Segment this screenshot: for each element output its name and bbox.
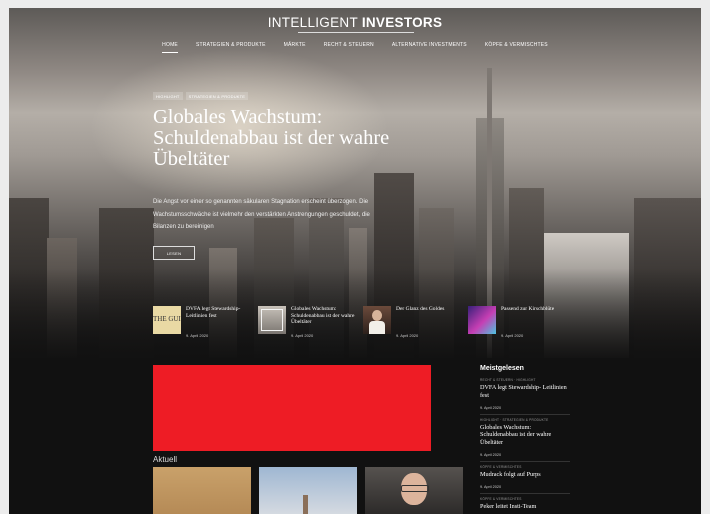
teaser-thumbnail[interactable]	[258, 306, 286, 334]
teaser-strip: THE GUI DVFA legt Stewardship-Leitlinien…	[153, 306, 573, 338]
teaser-thumbnail[interactable]	[363, 306, 391, 334]
sidebar-item[interactable]: KÖPFE & VERMISCHTES Peker leitet Insti-T…	[480, 497, 570, 511]
sidebar-item-title[interactable]: Peker leitet Insti-Team	[480, 503, 570, 511]
sidebar-title: Meistgelesen	[480, 365, 524, 372]
article-card-image[interactable]	[153, 467, 251, 514]
teaser-date: 9. April 2020	[186, 333, 209, 338]
sidebar-item-tags[interactable]: KÖPFE & VERMISCHTES	[480, 497, 570, 501]
sidebar-most-read: Meistgelesen RECHT & STEUERN · HIGHLIGHT…	[480, 365, 570, 514]
sidebar-item-title[interactable]: Mudrack folgt auf Purps	[480, 471, 570, 479]
teaser-item[interactable]: THE GUI DVFA legt Stewardship-Leitlinien…	[153, 306, 257, 338]
sidebar-item[interactable]: HIGHLIGHT · STRATEGIEN & PRODUKTE Global…	[480, 418, 570, 462]
teaser-thumbnail[interactable]	[468, 306, 496, 334]
sidebar-item[interactable]: RECHT & STEUERN · HIGHLIGHT DVFA legt St…	[480, 378, 570, 415]
teaser-date: 9. April 2020	[396, 333, 419, 338]
logo-text-bold: INVESTORS	[361, 15, 443, 30]
teaser-title[interactable]: Passend zur Kirschblüte	[501, 306, 554, 313]
read-more-button[interactable]: LESEN	[153, 246, 195, 260]
tag-highlight[interactable]: HIGHLIGHT	[153, 92, 183, 100]
site-logo[interactable]: INTELLIGENT INVESTORS	[9, 15, 701, 30]
article-card-image[interactable]	[259, 467, 357, 514]
article-card-image[interactable]	[365, 467, 463, 514]
teaser-title[interactable]: Globales Wachstum: Schuldenabbau ist der…	[291, 306, 362, 326]
sidebar-item-title[interactable]: DVFA legt Stewardship- Leitlinien fest	[480, 384, 570, 400]
nav-item-alternative-investments[interactable]: ALTERNATIVE INVESTMENTS	[383, 42, 476, 48]
sidebar-item-date: 9. April 2020	[480, 453, 570, 462]
teaser-title[interactable]: DVFA legt Stewardship-Leitlinien fest	[186, 306, 257, 319]
sidebar-item-title[interactable]: Globales Wachstum: Schuldenabbau ist der…	[480, 424, 570, 447]
thumbnail-caption: THE GUI	[153, 315, 181, 323]
nav-item-maerkte[interactable]: MÄRKTE	[275, 42, 315, 48]
nav-item-strategien-produkte[interactable]: STRATEGIEN & PRODUKTE	[187, 42, 275, 48]
sidebar-item[interactable]: KÖPFE & VERMISCHTES Mudrack folgt auf Pu…	[480, 465, 570, 494]
sidebar-item-date: 9. April 2020	[480, 485, 570, 494]
teaser-item[interactable]: Der Glanz des Goldes 9. April 2020	[363, 306, 467, 338]
browser-page: INTELLIGENT INVESTORS HOME STRATEGIEN & …	[9, 8, 701, 514]
teaser-item[interactable]: Globales Wachstum: Schuldenabbau ist der…	[258, 306, 362, 338]
article-cards	[153, 467, 463, 514]
section-title-aktuell: Aktuell	[153, 455, 178, 464]
hero-headline[interactable]: Globales Wachstum: Schuldenabbau ist der…	[153, 107, 393, 170]
nav-item-koepfe-vermischtes[interactable]: KÖPFE & VERMISCHTES	[476, 42, 557, 48]
sidebar-item-tags[interactable]: HIGHLIGHT · STRATEGIEN & PRODUKTE	[480, 418, 570, 422]
hero-tags: HIGHLIGHT STRATEGIEN & PRODUKTE	[153, 92, 249, 100]
sidebar-item-tags[interactable]: KÖPFE & VERMISCHTES	[480, 465, 570, 469]
tag-strategien-produkte[interactable]: STRATEGIEN & PRODUKTE	[185, 92, 249, 100]
teaser-thumbnail[interactable]: THE GUI	[153, 306, 181, 334]
logo-underline	[298, 32, 414, 33]
logo-text-light: INTELLIGENT	[267, 15, 362, 30]
teaser-date: 9. April 2020	[501, 333, 524, 338]
teaser-title[interactable]: Der Glanz des Goldes	[396, 306, 444, 313]
ad-banner[interactable]	[153, 365, 431, 451]
teaser-item[interactable]: Passend zur Kirschblüte 9. April 2020	[468, 306, 572, 338]
hero-teaser-text: Die Angst vor einer so genannten säkular…	[153, 199, 370, 230]
sidebar-item-date: 9. April 2020	[480, 406, 570, 415]
sidebar-item-tags[interactable]: RECHT & STEUERN · HIGHLIGHT	[480, 378, 570, 382]
nav-item-home[interactable]: HOME	[153, 42, 187, 53]
main-navigation: HOME STRATEGIEN & PRODUKTE MÄRKTE RECHT …	[9, 42, 701, 53]
teaser-date: 9. April 2020	[291, 333, 314, 338]
nav-item-recht-steuern[interactable]: RECHT & STEUERN	[315, 42, 383, 48]
